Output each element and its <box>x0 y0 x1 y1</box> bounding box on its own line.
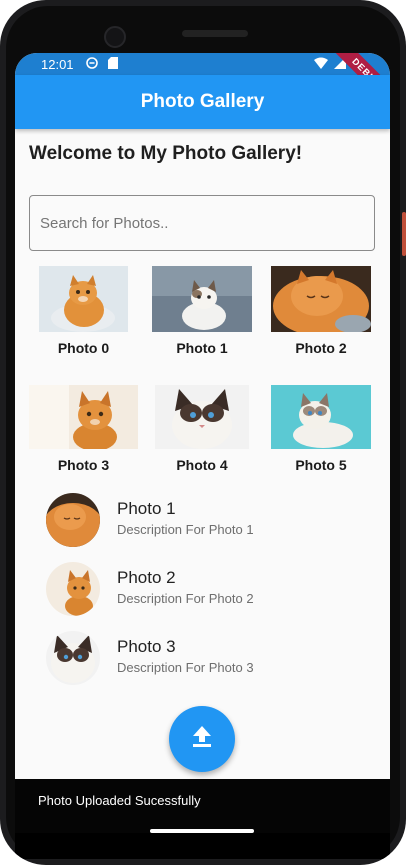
grid-photo-3[interactable]: Photo 3 <box>29 385 138 473</box>
grid-caption: Photo 0 <box>57 340 110 356</box>
app-screen: 12:01 DEBUG Photo Gallery Welcome to My … <box>15 53 390 833</box>
sleeping-cat-photo-icon <box>271 266 371 332</box>
navigation-bar <box>15 833 390 859</box>
earpiece-speaker <box>182 30 248 37</box>
avatar <box>46 631 100 685</box>
home-indicator[interactable] <box>150 829 254 833</box>
avatar <box>46 493 100 547</box>
status-time: 12:01 <box>41 56 74 72</box>
list-item-description: Description For Photo 1 <box>117 522 254 537</box>
grid-caption: Photo 2 <box>295 340 347 356</box>
power-button <box>402 212 406 256</box>
status-bar: 12:01 DEBUG <box>15 53 390 118</box>
grid-caption: Photo 4 <box>176 457 228 473</box>
grid-photo-2[interactable]: Photo 2 <box>271 266 371 356</box>
grid-caption: Photo 1 <box>176 340 228 356</box>
upload-icon <box>192 725 212 753</box>
phone-frame: 12:01 DEBUG Photo Gallery Welcome to My … <box>0 0 406 865</box>
app-bar-title: Photo Gallery <box>140 91 265 112</box>
list-item-title: Photo 2 <box>117 568 176 587</box>
list-item[interactable]: Photo 3 Description For Photo 3 <box>46 631 366 691</box>
app-bar: Photo Gallery <box>15 75 390 129</box>
list-item-title: Photo 1 <box>117 499 176 518</box>
list-item[interactable]: Photo 1 Description For Photo 1 <box>46 493 366 553</box>
list-item-description: Description For Photo 3 <box>117 660 254 675</box>
grid-photo-1[interactable]: Photo 1 <box>152 266 252 356</box>
shield-icon <box>85 56 98 72</box>
list-item-description: Description For Photo 2 <box>117 591 254 606</box>
orange-cat-photo-icon <box>39 266 128 332</box>
white-kitten-photo-icon <box>152 266 252 332</box>
ragdoll-lying-photo-icon <box>271 385 371 449</box>
grid-caption: Photo 5 <box>295 457 347 473</box>
snackbar-message: Photo Uploaded Sucessfully <box>38 793 201 808</box>
search-input[interactable] <box>29 195 375 251</box>
avatar <box>46 562 100 616</box>
grid-photo-5[interactable]: Photo 5 <box>271 385 371 473</box>
list-item-title: Photo 3 <box>117 637 176 656</box>
upload-button[interactable] <box>169 706 235 772</box>
orange-cat-photo-icon <box>29 385 138 449</box>
grid-photo-4[interactable]: Photo 4 <box>155 385 249 473</box>
grid-photo-0[interactable]: Photo 0 <box>39 266 128 356</box>
front-camera <box>104 26 126 48</box>
welcome-heading: Welcome to My Photo Gallery! <box>29 143 303 164</box>
sd-card-icon <box>107 56 118 72</box>
wifi-icon <box>314 57 328 72</box>
ragdoll-cat-photo-icon <box>155 385 249 449</box>
list-item[interactable]: Photo 2 Description For Photo 2 <box>46 562 366 622</box>
grid-caption: Photo 3 <box>57 457 110 473</box>
snackbar: Photo Uploaded Sucessfully <box>15 779 390 833</box>
